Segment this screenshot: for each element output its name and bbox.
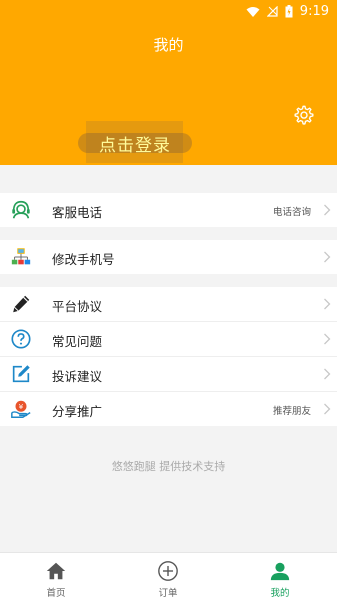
login-button[interactable]: 点击登录 [78, 121, 192, 163]
tab-label: 订单 [158, 588, 178, 599]
menu-item-change-phone[interactable]: 修改手机号 [0, 240, 337, 274]
menu-group-1: 客服电话 电话咨询 [0, 193, 337, 227]
menu-item-label: 投诉建议 [52, 369, 103, 384]
menu-item-label: 常见问题 [52, 334, 103, 349]
menu-item-share[interactable]: ¥ 分享推广 推荐朋友 [0, 392, 337, 426]
edit-icon [12, 365, 30, 383]
chevron-right-icon [324, 298, 331, 310]
status-time: 9:19 [299, 4, 329, 19]
gear-icon[interactable] [293, 104, 315, 126]
wifi-icon [246, 6, 260, 17]
tab-label: 我的 [270, 588, 290, 599]
battery-charging-icon [285, 5, 293, 18]
menu-item-value: 电话咨询 [272, 207, 311, 218]
tab-orders[interactable]: 订单 [112, 553, 224, 601]
question-icon [11, 329, 31, 349]
chevron-right-icon [324, 204, 331, 216]
chevron-right-icon [324, 333, 331, 345]
menu-item-feedback[interactable]: 投诉建议 [0, 357, 337, 392]
profile-header: 9:19 我的 点击登录 [0, 0, 337, 165]
menu-item-label: 平台协议 [52, 299, 103, 314]
menu-item-label: 修改手机号 [52, 252, 115, 267]
share-coin-icon: ¥ [11, 400, 31, 418]
headset-icon [12, 200, 30, 219]
menu-item-label: 分享推广 [52, 404, 103, 419]
no-signal-icon [266, 6, 278, 17]
menu-item-value: 推荐朋友 [272, 406, 311, 417]
tab-mine[interactable]: 我的 [224, 553, 336, 601]
menu-item-faq[interactable]: 常见问题 [0, 322, 337, 357]
home-icon [46, 562, 66, 580]
chevron-right-icon [324, 368, 331, 380]
person-icon [270, 562, 290, 581]
chevron-right-icon [324, 251, 331, 263]
menu-item-customer-service[interactable]: 客服电话 电话咨询 [0, 193, 337, 227]
menu-item-label: 客服电话 [52, 205, 103, 220]
tech-support-text: 悠悠跑腿 提供技术支持 [111, 460, 226, 473]
plus-circle-icon [158, 561, 178, 581]
pencil-icon [13, 295, 30, 313]
menu-group-3: 平台协议 常见问题 投诉建议 ¥ 分享推广 推荐朋友 [0, 287, 337, 426]
tab-label: 首页 [46, 588, 66, 599]
page-title: 我的 [153, 36, 184, 54]
tab-home[interactable]: 首页 [0, 553, 112, 601]
bottom-tab-bar: 首页 订单 我的 [0, 552, 337, 601]
svg-text:¥: ¥ [19, 402, 24, 411]
login-label: 点击登录 [99, 136, 171, 156]
menu-group-2: 修改手机号 [0, 240, 337, 274]
network-icon [11, 248, 31, 265]
menu-item-platform-agreement[interactable]: 平台协议 [0, 287, 337, 322]
chevron-right-icon [324, 403, 331, 415]
status-bar: 9:19 [0, 0, 337, 24]
